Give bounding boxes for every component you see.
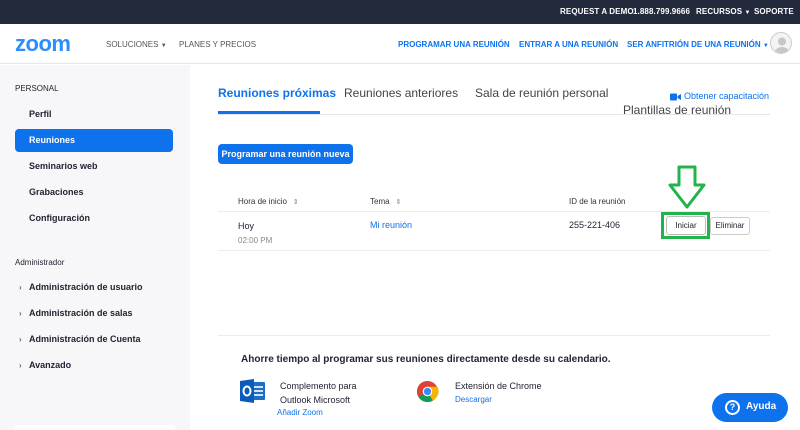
solutions-label: SOLUCIONES — [106, 40, 159, 49]
chrome-extension-name: Extensión de Chrome — [455, 381, 542, 391]
tabs-divider — [218, 114, 770, 115]
table-row-divider — [218, 250, 770, 251]
chevron-right-icon: › — [19, 283, 22, 292]
resources-label: RECURSOS — [696, 7, 743, 16]
delete-meeting-button[interactable]: Eliminar — [710, 217, 750, 235]
sidebar-item-recordings[interactable]: Grabaciones — [15, 181, 173, 204]
meeting-id: 255-221-406 — [569, 220, 621, 230]
start-button-highlight — [661, 212, 710, 239]
promo-title: Ahorre tiempo al programar sus reuniones… — [241, 354, 611, 365]
chrome-icon — [416, 380, 439, 403]
phone-number: 1.888.799.9666 — [633, 7, 691, 16]
support-link[interactable]: SOPORTE — [754, 7, 794, 16]
sidebar-item-settings[interactable]: Configuración — [15, 207, 173, 230]
schedule-meeting-link[interactable]: PROGRAMAR UNA REUNIÓN — [398, 40, 510, 49]
join-meeting-link[interactable]: ENTRAR A UNA REUNIÓN — [519, 40, 618, 49]
chevron-right-icon: › — [19, 361, 22, 370]
question-mark-icon: ? — [725, 400, 740, 415]
caret-down-icon: ▼ — [744, 10, 751, 16]
meeting-time: 02:00 PM — [238, 236, 273, 245]
host-meeting-label: SER ANFITRIÓN DE UNA REUNIÓN — [627, 40, 761, 49]
sidebar-item-room-management[interactable]: › Administración de salas — [15, 302, 173, 325]
column-header-start-time[interactable]: Hora de inicio ⇕ — [238, 197, 299, 206]
caret-down-icon: ▼ — [160, 43, 167, 49]
sidebar-item-label: Administración de salas — [29, 308, 133, 318]
host-meeting-menu[interactable]: SER ANFITRIÓN DE UNA REUNIÓN ▼ — [627, 40, 769, 49]
zoom-logo[interactable]: zoom — [15, 31, 71, 57]
outlook-plugin-name-line2: Outlook Microsoft — [280, 395, 351, 405]
main-header: zoom SOLUCIONES ▼ PLANES Y PRECIOS PROGR… — [0, 24, 800, 64]
tab-personal-meeting-room[interactable]: Sala de reunión personal — [475, 86, 608, 100]
sort-icon: ⇕ — [292, 199, 299, 206]
resources-menu[interactable]: RECURSOS ▼ — [696, 7, 751, 16]
sidebar-item-label: Administración de usuario — [29, 282, 143, 292]
top-utility-bar: REQUEST A DEMO 1.888.799.9666 RECURSOS ▼… — [0, 0, 800, 24]
column-header-label: Tema — [370, 197, 390, 206]
chevron-right-icon: › — [19, 309, 22, 318]
sidebar-item-label: Administración de Cuenta — [29, 334, 141, 344]
caret-down-icon: ▼ — [762, 43, 769, 49]
video-camera-icon — [670, 93, 681, 101]
sort-icon: ⇕ — [395, 199, 402, 206]
schedule-new-meeting-button[interactable]: Programar una reunión nueva — [218, 144, 353, 164]
down-arrow-annotation-icon — [668, 165, 706, 209]
add-zoom-link[interactable]: Añadir Zoom — [277, 408, 323, 417]
sidebar-section-admin: Administrador — [15, 258, 65, 267]
tab-previous-meetings[interactable]: Reuniones anteriores — [344, 86, 458, 100]
help-button[interactable]: ? Ayuda — [712, 393, 788, 422]
column-header-meeting-id: ID de la reunión — [569, 197, 626, 206]
request-demo-link[interactable]: REQUEST A DEMO — [560, 7, 634, 16]
column-header-topic[interactable]: Tema ⇕ — [370, 197, 401, 206]
meeting-day: Hoy — [238, 221, 255, 231]
user-silhouette-icon — [774, 37, 790, 53]
sidebar-item-advanced[interactable]: › Avanzado — [15, 354, 173, 377]
training-label: Obtener capacitación — [684, 91, 770, 101]
training-link[interactable]: Obtener capacitación — [670, 91, 769, 101]
solutions-menu[interactable]: SOLUCIONES ▼ — [106, 40, 167, 49]
meeting-topic-link[interactable]: Mi reunión — [370, 220, 412, 230]
sidebar-item-account-management[interactable]: › Administración de Cuenta — [15, 328, 173, 351]
avatar[interactable] — [770, 32, 792, 54]
sidebar-bottom-panel — [15, 425, 175, 430]
column-header-label: Hora de inicio — [238, 197, 287, 206]
sidebar-item-user-management[interactable]: › Administración de usuario — [15, 276, 173, 299]
sidebar: PERSONAL Perfil Reuniones Seminarios web… — [0, 65, 190, 430]
plans-pricing-link[interactable]: PLANES Y PRECIOS — [179, 40, 256, 49]
help-label: Ayuda — [746, 401, 777, 412]
sidebar-item-label: Avanzado — [29, 360, 72, 370]
outlook-plugin-name-line1: Complemento para — [280, 381, 357, 391]
outlook-icon — [240, 379, 265, 403]
chevron-right-icon: › — [19, 335, 22, 344]
tab-upcoming-meetings[interactable]: Reuniones próximas — [218, 86, 336, 100]
sidebar-item-webinars[interactable]: Seminarios web — [15, 155, 173, 178]
download-chrome-extension-link[interactable]: Descargar — [455, 395, 492, 404]
sidebar-item-profile[interactable]: Perfil — [15, 103, 173, 126]
promo-divider — [218, 335, 770, 336]
sidebar-item-meetings[interactable]: Reuniones — [15, 129, 173, 152]
sidebar-section-personal: PERSONAL — [15, 84, 59, 93]
